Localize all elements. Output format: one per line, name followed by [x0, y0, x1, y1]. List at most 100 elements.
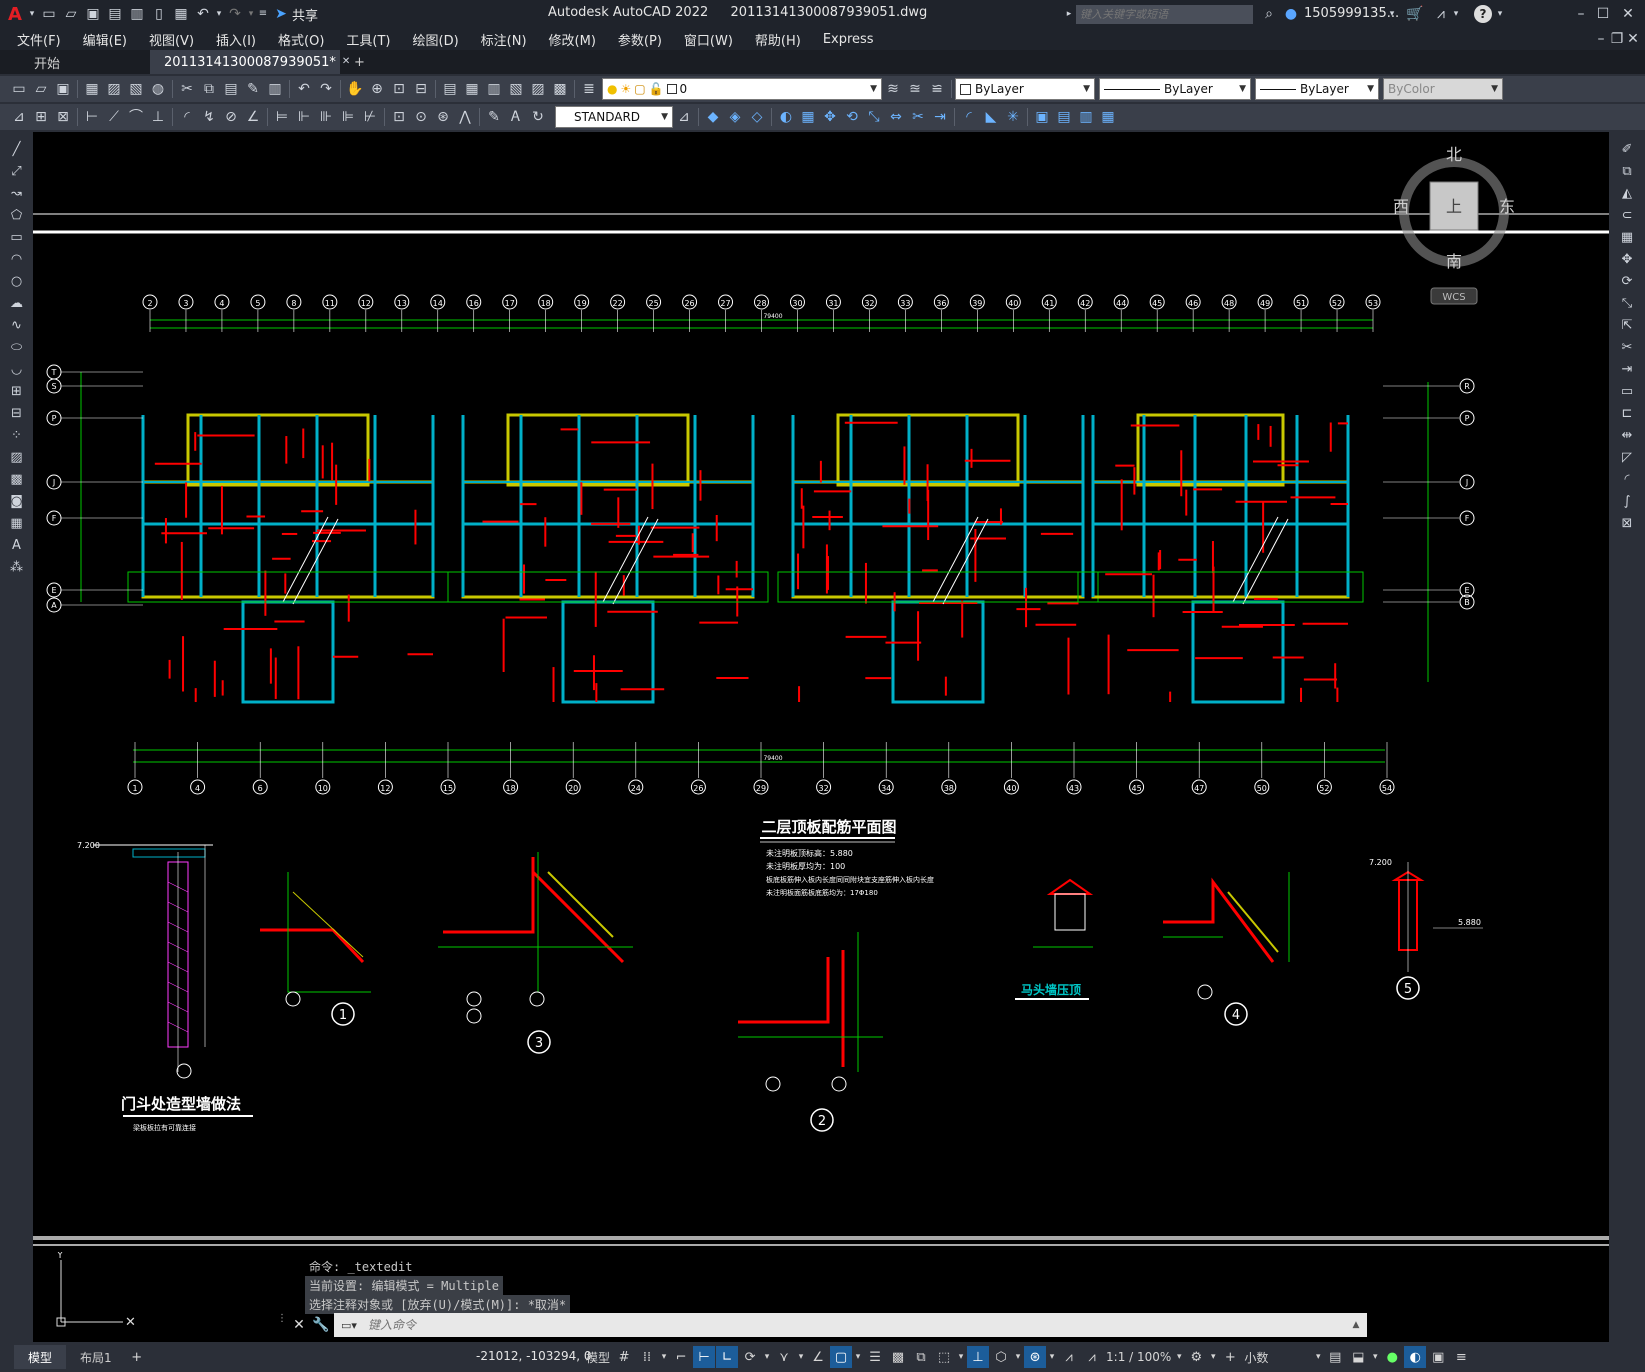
ortho-icon[interactable]: ∟: [716, 1346, 739, 1368]
circle-icon[interactable]: ○: [4, 270, 30, 292]
menu-express[interactable]: Express: [812, 32, 885, 47]
match-properties-icon[interactable]: ✎: [242, 78, 264, 100]
make-current-icon[interactable]: ≋: [882, 78, 904, 100]
user-dropdown-icon[interactable]: ▾: [1386, 3, 1398, 25]
stretch-icon[interactable]: ⇔: [885, 106, 907, 128]
redo-dropdown-icon[interactable]: ▾: [246, 3, 256, 25]
cut-icon[interactable]: ✂: [176, 78, 198, 100]
named-views-icon[interactable]: ⊞: [30, 106, 52, 128]
pan-icon[interactable]: ✋: [344, 78, 366, 100]
workspace-gear-icon[interactable]: ⚙: [1185, 1346, 1207, 1368]
maximize-icon[interactable]: ☐: [1592, 3, 1614, 25]
user-icon[interactable]: ●: [1280, 3, 1302, 25]
help-search-input[interactable]: [1076, 5, 1253, 24]
point-icon[interactable]: ⁘: [4, 424, 30, 446]
redo-icon[interactable]: ↷: [224, 3, 246, 25]
jogged-linear-icon[interactable]: ⋀: [454, 106, 476, 128]
infer-constraints-icon[interactable]: ⌐: [670, 1346, 692, 1368]
blend-icon[interactable]: ∫: [1614, 490, 1640, 512]
undo-icon[interactable]: ↶: [192, 3, 214, 25]
customize-qat-icon[interactable]: ≡: [256, 3, 270, 25]
dim-style-icon[interactable]: ⊿: [673, 106, 695, 128]
erase-icon[interactable]: ◆: [702, 106, 724, 128]
mirror-icon[interactable]: ◭: [1614, 182, 1640, 204]
design-center-icon[interactable]: ▦: [461, 78, 483, 100]
join-icon[interactable]: ⇹: [1614, 424, 1640, 446]
paste-icon[interactable]: ▤: [220, 78, 242, 100]
inspect-icon[interactable]: ⊛: [432, 106, 454, 128]
command-close-icon[interactable]: ✕: [288, 1314, 310, 1336]
color-dropdown[interactable]: ByLayer ▼: [955, 78, 1095, 100]
undo-dropdown-icon[interactable]: ▾: [214, 3, 224, 25]
extend-icon[interactable]: ⇥: [929, 106, 951, 128]
move-icon[interactable]: ✥: [1614, 248, 1640, 270]
qnew-icon[interactable]: ▭: [8, 78, 30, 100]
arc-icon[interactable]: ◠: [4, 248, 30, 270]
search-expand-icon[interactable]: ▸: [1063, 3, 1075, 25]
osnap-dropdown-icon[interactable]: ▾: [853, 1346, 863, 1368]
isodraft-icon[interactable]: ⋎: [773, 1346, 795, 1368]
polyline-icon[interactable]: ↝: [4, 182, 30, 204]
bring-front-icon[interactable]: ▤: [1053, 106, 1075, 128]
iso-dropdown-icon[interactable]: ▾: [796, 1346, 806, 1368]
save-as-icon[interactable]: ▤: [104, 3, 126, 25]
new-file-icon[interactable]: ▭: [38, 3, 60, 25]
mtext-icon[interactable]: A: [4, 534, 30, 556]
text-style-dropdown[interactable]: STANDARD ▼: [555, 106, 673, 128]
add-layout-button[interactable]: +: [126, 1346, 148, 1368]
autodesk-app-icon[interactable]: ⩘: [1430, 3, 1452, 25]
search-icon[interactable]: ⌕: [1258, 3, 1280, 25]
app-logo[interactable]: A: [8, 4, 26, 25]
menu-file[interactable]: 文件(F): [6, 30, 72, 49]
units-value[interactable]: 小数: [1242, 1346, 1312, 1368]
layer-properties-icon[interactable]: ≣: [578, 78, 600, 100]
redo-icon[interactable]: ↷: [315, 78, 337, 100]
lineweight-dropdown[interactable]: ByLayer ▼: [1255, 78, 1379, 100]
selection-cycling-icon[interactable]: ⧉: [910, 1346, 932, 1368]
auto-scale-icon[interactable]: ⩘: [1058, 1346, 1080, 1368]
menu-window[interactable]: 窗口(W): [673, 30, 744, 49]
menu-insert[interactable]: 插入(I): [205, 30, 267, 49]
copy-icon[interactable]: ⧉: [1614, 160, 1640, 182]
mirror-icon[interactable]: ◇: [746, 106, 768, 128]
dynamic-ucs-icon[interactable]: ⊥: [967, 1346, 990, 1368]
clean-screen-icon[interactable]: ▣: [1427, 1346, 1449, 1368]
move-icon[interactable]: ✥: [819, 106, 841, 128]
arc-length-icon[interactable]: ⌒: [125, 106, 147, 128]
array-icon[interactable]: ▦: [1614, 226, 1640, 248]
menu-dimension[interactable]: 标注(N): [470, 30, 538, 49]
lock-dropdown-icon[interactable]: ▾: [1370, 1346, 1380, 1368]
polar-dropdown-icon[interactable]: ▾: [762, 1346, 772, 1368]
command-prompt-icon[interactable]: ▭▾: [334, 1314, 364, 1336]
revcloud-icon[interactable]: ☁: [4, 292, 30, 314]
zoom-window-icon[interactable]: ⊡: [388, 78, 410, 100]
annotation-dropdown-icon[interactable]: ▾: [1047, 1346, 1057, 1368]
dim-space-icon[interactable]: ⊫: [337, 106, 359, 128]
radius-dim-icon[interactable]: ◜: [176, 106, 198, 128]
dim-update-icon[interactable]: ↻: [527, 106, 549, 128]
center-mark-icon[interactable]: ⊙: [410, 106, 432, 128]
table-icon[interactable]: ▦: [4, 512, 30, 534]
rotate-icon[interactable]: ⟲: [841, 106, 863, 128]
undo-icon[interactable]: ↶: [293, 78, 315, 100]
properties-icon[interactable]: ▤: [439, 78, 461, 100]
annotation-scale-icon[interactable]: ⩘: [1081, 1346, 1103, 1368]
zoom-realtime-icon[interactable]: ⊕: [366, 78, 388, 100]
coordinate-readout[interactable]: -21012, -103294, 0: [476, 1349, 592, 1363]
annotation-monitor-icon[interactable]: +: [1219, 1346, 1241, 1368]
annotation-visibility-icon[interactable]: ⊛: [1024, 1346, 1047, 1368]
close-icon[interactable]: ✕: [1617, 3, 1639, 25]
menu-help[interactable]: 帮助(H): [744, 30, 812, 49]
line-icon[interactable]: ╱: [4, 138, 30, 160]
array-icon[interactable]: ▦: [797, 106, 819, 128]
scale-icon[interactable]: ⤡: [1614, 292, 1640, 314]
draw-order-icon[interactable]: ▣: [1031, 106, 1053, 128]
help-dropdown-icon[interactable]: ▾: [1494, 3, 1506, 25]
ellipse-icon[interactable]: ⬭: [4, 336, 30, 358]
tool-palettes-icon[interactable]: ▥: [483, 78, 505, 100]
menu-view[interactable]: 视图(V): [138, 30, 205, 49]
customization-icon[interactable]: ≡: [1450, 1346, 1472, 1368]
plot-preview-icon[interactable]: ▨: [103, 78, 125, 100]
isolate-objects-icon[interactable]: ●: [1381, 1346, 1403, 1368]
menu-parametric[interactable]: 参数(P): [607, 30, 673, 49]
